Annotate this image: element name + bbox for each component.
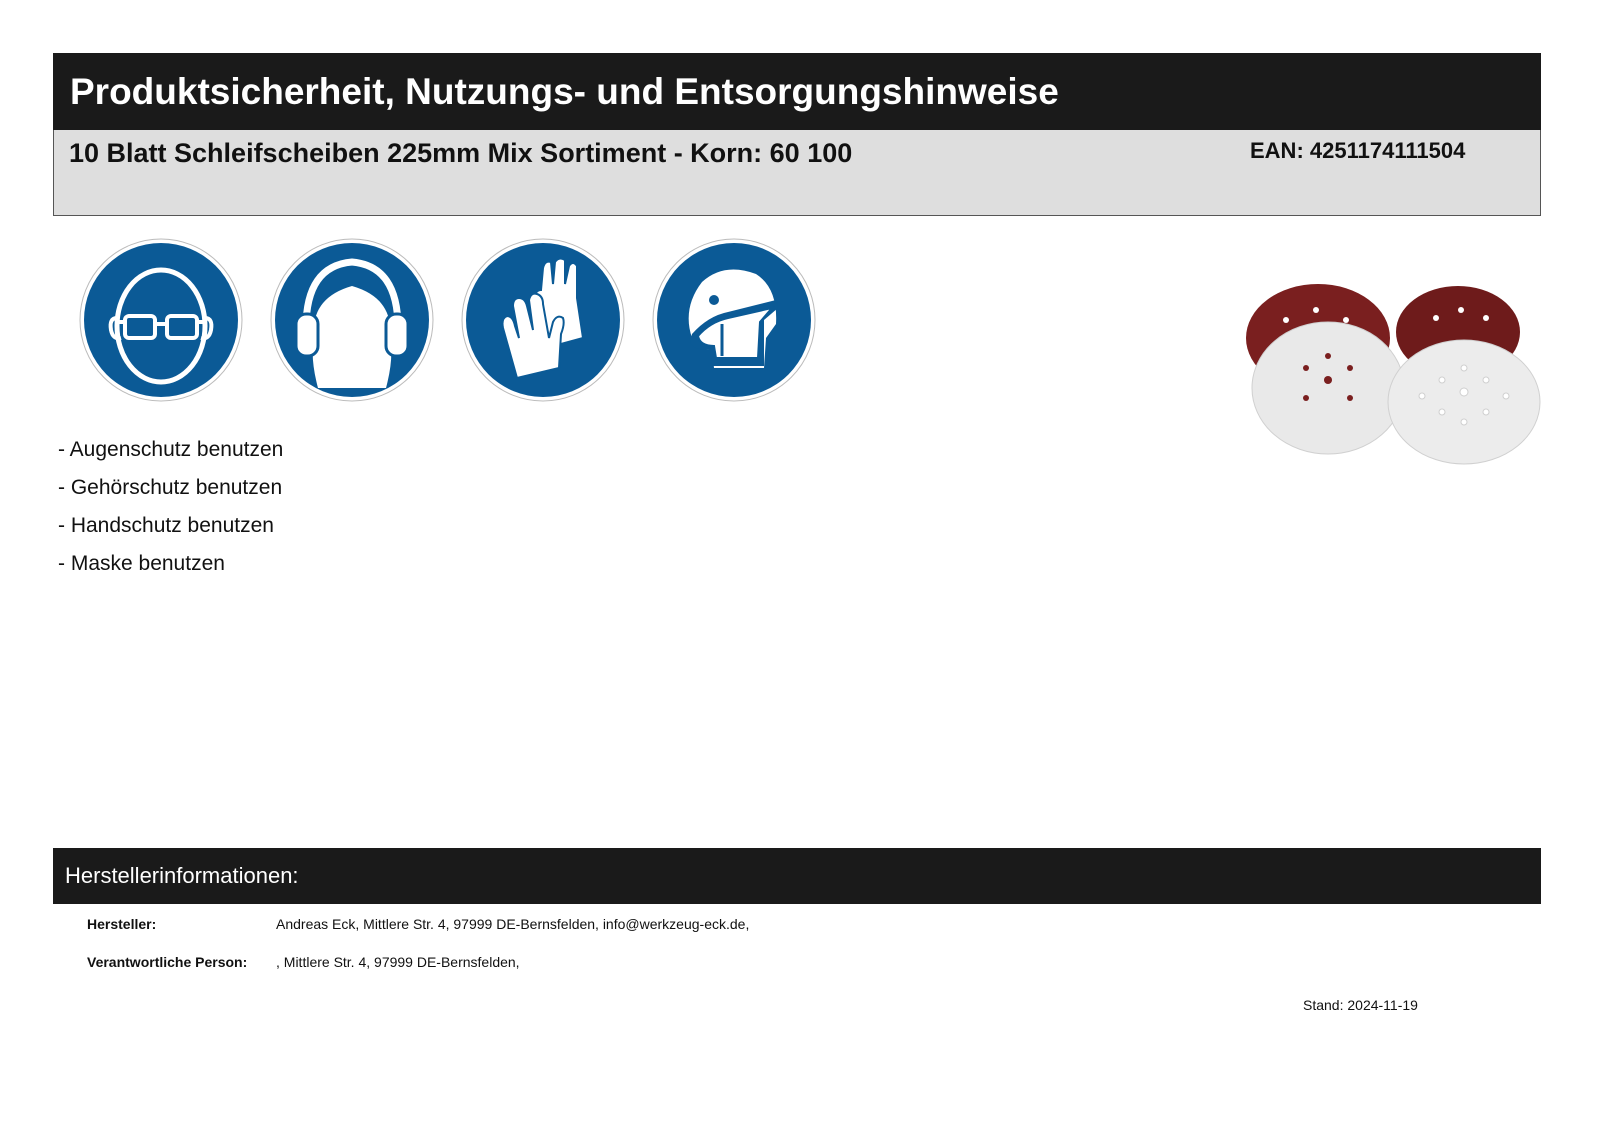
page-title-bar: Produktsicherheit, Nutzungs- und Entsorg… — [53, 53, 1541, 130]
rule-hearing-protection: - Gehörschutz benutzen — [58, 476, 283, 499]
safety-sheet-page: Produktsicherheit, Nutzungs- und Entsorg… — [0, 0, 1600, 1132]
responsible-person-label: Verantwortliche Person: — [87, 954, 248, 970]
page-title: Produktsicherheit, Nutzungs- und Entsorg… — [70, 70, 1059, 112]
rule-eye-protection: - Augenschutz benutzen — [58, 438, 284, 461]
mask-icon — [652, 238, 816, 402]
stand-date: Stand: 2024-11-19 — [1303, 997, 1418, 1013]
eye-protection-icon — [79, 238, 243, 402]
safety-rules-list: - Augenschutz benutzen - Gehörschutz ben… — [58, 437, 283, 589]
rule-hand-protection: - Handschutz benutzen — [58, 514, 274, 537]
product-photo — [1246, 280, 1542, 470]
manufacturer-label: Hersteller: — [87, 916, 157, 932]
ean-code: EAN: 4251174111504 — [1250, 138, 1466, 163]
manufacturer-heading-bar: Herstellerinformationen: — [53, 848, 1541, 904]
manufacturer-heading: Herstellerinformationen: — [65, 863, 299, 888]
manufacturer-value: Andreas Eck, Mittlere Str. 4, 97999 DE-B… — [276, 916, 750, 932]
hearing-protection-icon — [270, 238, 434, 402]
product-name: 10 Blatt Schleifscheiben 225mm Mix Sorti… — [69, 138, 853, 168]
hand-protection-icon — [461, 238, 625, 402]
responsible-person-value: , Mittlere Str. 4, 97999 DE-Bernsfelden, — [276, 954, 520, 970]
product-info-box: 10 Blatt Schleifscheiben 225mm Mix Sorti… — [53, 130, 1541, 216]
rule-mask: - Maske benutzen — [58, 552, 225, 575]
